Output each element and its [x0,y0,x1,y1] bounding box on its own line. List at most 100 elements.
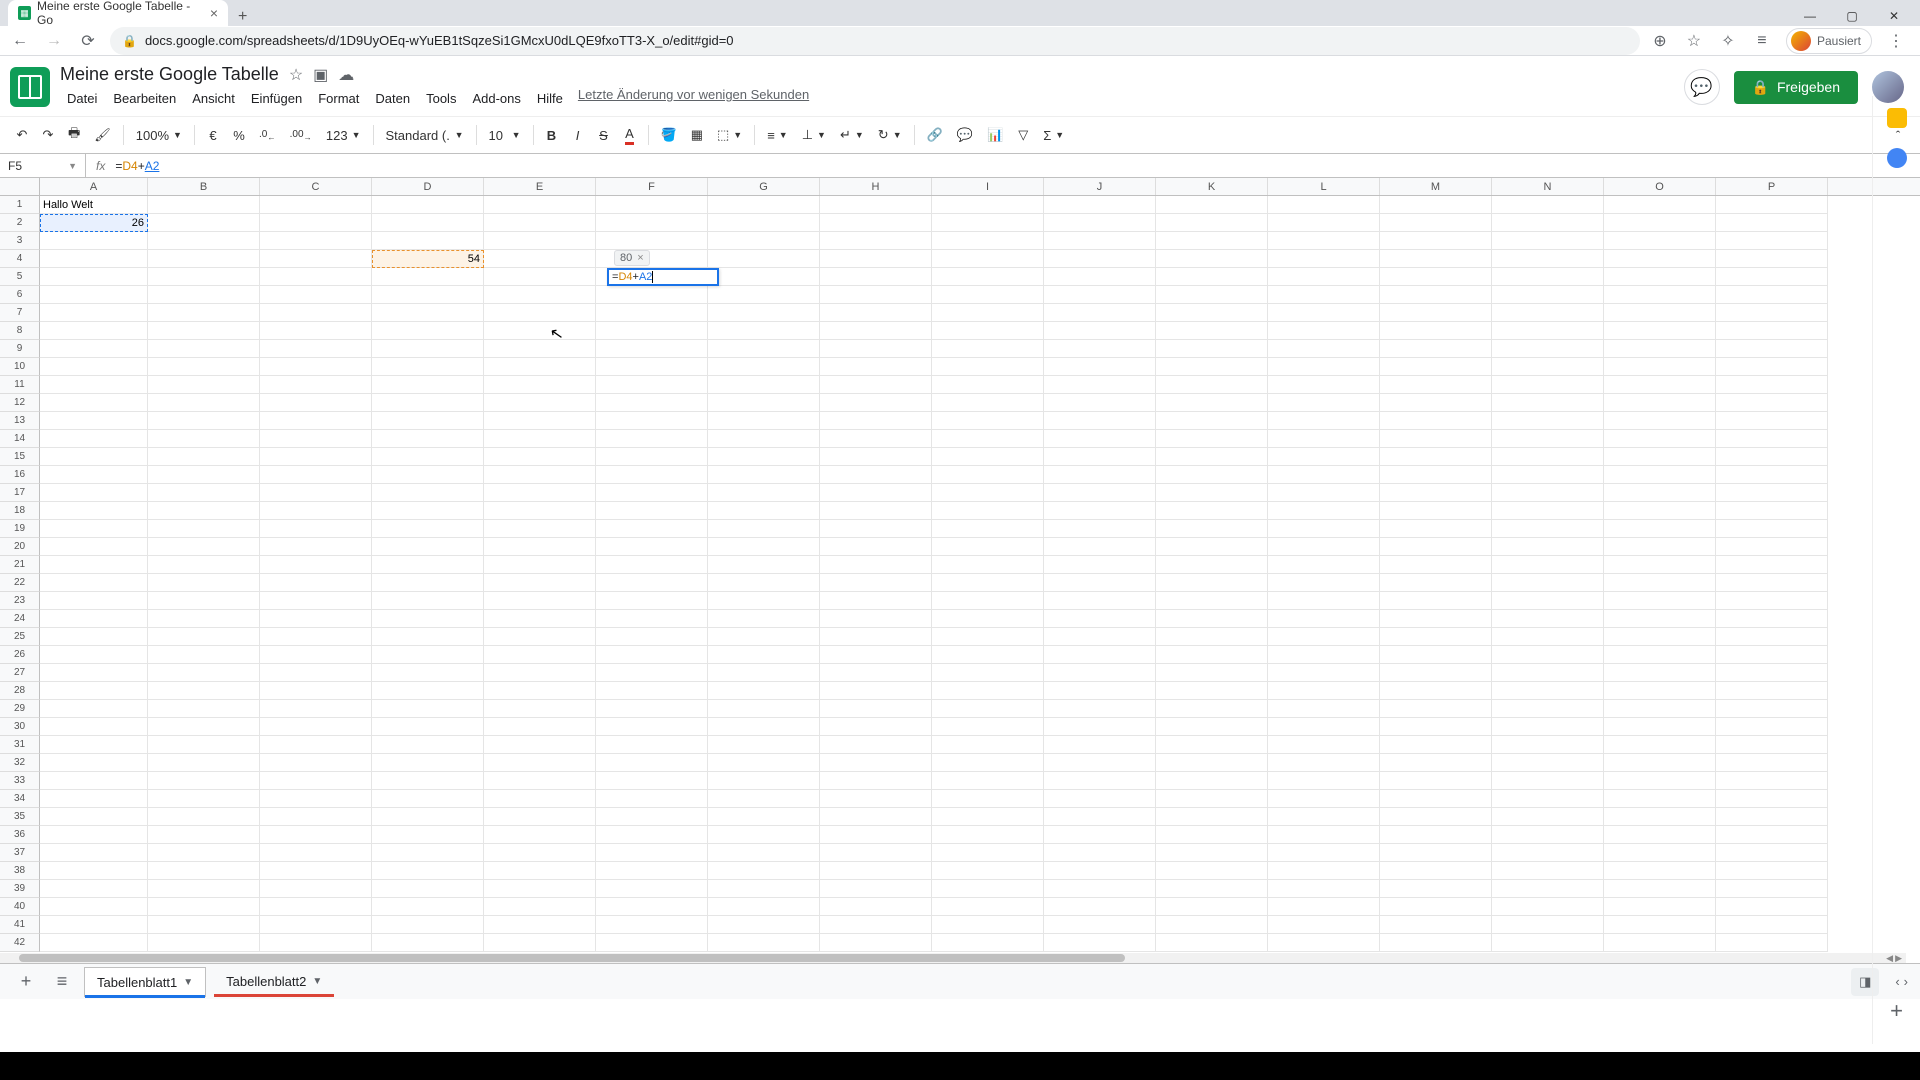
menu-tools[interactable]: Tools [419,87,463,110]
cell[interactable] [148,358,260,376]
strikethrough-button[interactable]: S [592,124,616,147]
cell[interactable] [40,844,148,862]
cell[interactable] [1156,916,1268,934]
cell[interactable] [932,862,1044,880]
cell[interactable] [596,844,708,862]
cell[interactable] [1716,358,1828,376]
cell[interactable] [1156,538,1268,556]
cell[interactable] [820,538,932,556]
cell[interactable] [148,340,260,358]
cell[interactable] [1044,556,1156,574]
cell[interactable] [40,682,148,700]
cell[interactable] [148,520,260,538]
row-header[interactable]: 24 [0,610,40,628]
cell[interactable] [484,268,596,286]
cell[interactable] [1380,628,1492,646]
cell[interactable] [260,214,372,232]
keep-icon[interactable] [1887,108,1907,128]
cell[interactable] [1716,772,1828,790]
cell[interactable] [148,556,260,574]
cell[interactable] [932,826,1044,844]
cell[interactable] [932,250,1044,268]
column-header[interactable]: K [1156,178,1268,195]
cell[interactable] [1044,682,1156,700]
cell[interactable] [372,196,484,214]
cell[interactable] [932,790,1044,808]
cell[interactable] [932,592,1044,610]
cell[interactable] [1604,448,1716,466]
cell[interactable] [708,250,820,268]
cell[interactable] [260,646,372,664]
cell[interactable] [708,340,820,358]
cell[interactable] [1044,304,1156,322]
cell[interactable] [932,736,1044,754]
cell[interactable] [1268,358,1380,376]
row-header[interactable]: 29 [0,700,40,718]
cell[interactable] [260,448,372,466]
cell[interactable] [1380,484,1492,502]
cell[interactable] [40,340,148,358]
cell[interactable] [1716,862,1828,880]
cell[interactable] [1492,880,1604,898]
cell[interactable] [40,358,148,376]
cell[interactable] [1380,394,1492,412]
cell[interactable] [708,862,820,880]
cell[interactable] [260,376,372,394]
cell[interactable] [484,214,596,232]
row-header[interactable]: 34 [0,790,40,808]
cell[interactable] [932,394,1044,412]
cell[interactable] [372,376,484,394]
cell[interactable] [40,772,148,790]
cell[interactable] [1492,376,1604,394]
horizontal-scrollbar[interactable]: ◀▶ [0,953,1906,963]
cell[interactable] [260,700,372,718]
column-header[interactable]: A [40,178,148,195]
cell[interactable] [1716,592,1828,610]
cell[interactable] [708,520,820,538]
cell[interactable] [1492,430,1604,448]
cell[interactable] [40,718,148,736]
cell[interactable] [484,592,596,610]
cell[interactable] [148,736,260,754]
cell[interactable] [932,304,1044,322]
cell[interactable] [260,520,372,538]
row-header[interactable]: 5 [0,268,40,286]
cell[interactable] [1156,808,1268,826]
cell[interactable] [1156,448,1268,466]
cell[interactable] [1716,826,1828,844]
cell[interactable] [1156,898,1268,916]
cell[interactable] [484,808,596,826]
cell[interactable] [1268,304,1380,322]
cell[interactable] [708,646,820,664]
cell[interactable] [820,880,932,898]
cell[interactable] [1492,628,1604,646]
column-header[interactable]: F [596,178,708,195]
sheets-logo-icon[interactable] [10,67,50,107]
cell[interactable] [1156,880,1268,898]
cell[interactable] [1492,754,1604,772]
cell[interactable] [1604,412,1716,430]
cell[interactable] [148,502,260,520]
cell[interactable] [1268,718,1380,736]
cell[interactable] [932,430,1044,448]
cell[interactable] [372,808,484,826]
cell[interactable] [1380,610,1492,628]
row-header[interactable]: 32 [0,754,40,772]
cell[interactable] [1492,412,1604,430]
rotate-button[interactable]: ↻ ▼ [872,123,908,147]
cell[interactable] [1268,592,1380,610]
cell[interactable] [596,808,708,826]
bold-button[interactable]: B [540,124,564,147]
cell[interactable] [40,736,148,754]
cell[interactable] [148,934,260,952]
cell[interactable] [260,664,372,682]
cell[interactable] [260,862,372,880]
cell[interactable] [1492,502,1604,520]
cell[interactable] [1044,862,1156,880]
cell[interactable] [932,340,1044,358]
row-header[interactable]: 27 [0,664,40,682]
cell[interactable] [40,826,148,844]
cell[interactable] [1156,628,1268,646]
cell[interactable] [1268,538,1380,556]
cell[interactable] [596,196,708,214]
